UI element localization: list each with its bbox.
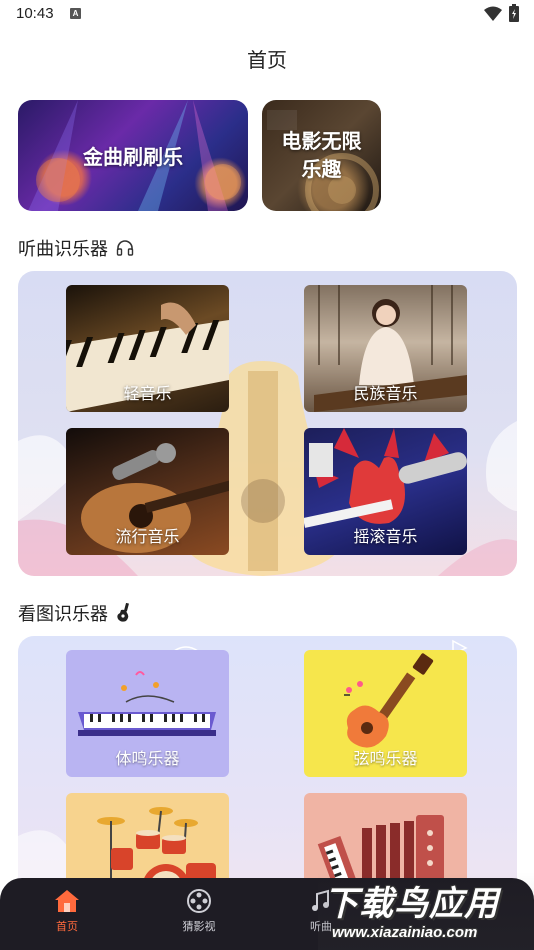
- banner-movie-fun-label: 电影无限 乐趣: [274, 128, 370, 184]
- watermark: 下载鸟应用 www.xiazainiao.com: [318, 872, 534, 950]
- nav-home-label: 首页: [56, 921, 78, 933]
- page-title: 首页: [247, 50, 287, 72]
- status-bar: 10:43 A: [0, 0, 534, 28]
- watermark-url: www.xiazainiao.com: [332, 924, 478, 941]
- banner-movie-line2: 乐趣: [301, 158, 342, 181]
- listen-panel: 轻音乐 民族音乐 流行音乐 摇滚音乐: [18, 271, 517, 576]
- tile-folk-music[interactable]: 民族音乐: [304, 285, 467, 412]
- tile-rock-music-label: 摇滚音乐: [353, 529, 418, 546]
- watermark-title: 下载鸟应用: [324, 885, 499, 923]
- section-look-label: 看图识乐器: [18, 604, 108, 624]
- home-icon: [55, 890, 79, 912]
- nav-home[interactable]: 首页: [22, 888, 112, 934]
- tile-rock-music[interactable]: 摇滚音乐: [304, 428, 467, 555]
- banner-movie-fun[interactable]: 电影无限 乐趣: [262, 100, 381, 211]
- banner-movie-line1: 电影无限: [281, 130, 362, 153]
- tile-pop-music-label: 流行音乐: [115, 529, 180, 546]
- guitar-icon: [117, 603, 129, 622]
- tile-idiophone[interactable]: 体鸣乐器: [66, 650, 229, 777]
- status-time: 10:43: [16, 5, 54, 22]
- tile-chordophone-label: 弦鸣乐器: [353, 751, 418, 768]
- film-reel-icon: [187, 889, 211, 913]
- section-listen-label: 听曲识乐器: [18, 239, 108, 259]
- nav-guess-film[interactable]: 猜影视: [154, 888, 244, 934]
- tile-folk-music-label: 民族音乐: [353, 386, 418, 403]
- banner-hit-songs[interactable]: 金曲刷刷乐: [18, 100, 248, 211]
- nav-guess-film-label: 猜影视: [182, 921, 216, 933]
- banner-hit-songs-label: 金曲刷刷乐: [83, 147, 183, 169]
- tile-light-music-label: 轻音乐: [123, 386, 172, 403]
- section-look-title: 看图识乐器: [18, 600, 132, 626]
- notification-icon: A: [70, 8, 81, 19]
- tile-chordophone[interactable]: 弦鸣乐器: [304, 650, 467, 777]
- headphones-icon: [116, 240, 134, 256]
- wifi-icon: [484, 6, 502, 21]
- tile-idiophone-label: 体鸣乐器: [115, 751, 180, 768]
- battery-icon: [509, 4, 519, 22]
- tile-pop-music[interactable]: 流行音乐: [66, 428, 229, 555]
- tile-light-music[interactable]: 轻音乐: [66, 285, 229, 412]
- section-listen-title: 听曲识乐器: [18, 235, 134, 261]
